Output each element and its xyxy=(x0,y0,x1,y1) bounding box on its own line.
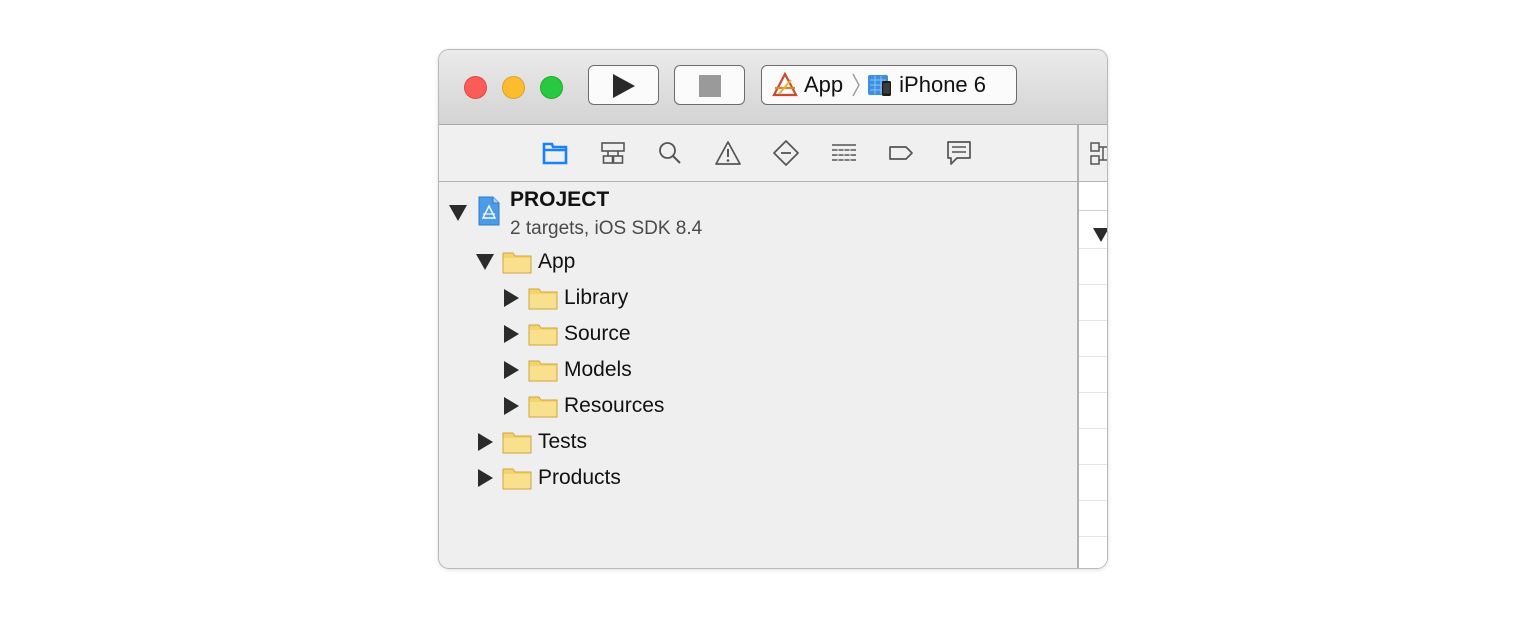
folder-icon xyxy=(528,396,558,418)
folder-icon xyxy=(542,142,568,165)
folder-icon xyxy=(502,432,532,454)
project-file-icon xyxy=(478,196,500,226)
test-diamond-icon xyxy=(773,140,799,166)
tree-item-label: Source xyxy=(564,322,631,345)
disclosure-collapsed-icon[interactable] xyxy=(502,325,520,343)
project-subtitle: 2 targets, iOS SDK 8.4 xyxy=(510,218,703,239)
tree-item-label: Library xyxy=(564,286,629,309)
related-items-icon[interactable] xyxy=(1089,141,1108,167)
editor-jump-bar xyxy=(1079,125,1108,182)
folder-icon xyxy=(502,252,532,274)
zoom-window-button[interactable] xyxy=(540,76,563,99)
xcode-window: App iPhone 6 PROJECT 2 targets, iOS SDK … xyxy=(438,49,1108,569)
tab-project-navigator[interactable] xyxy=(541,139,569,167)
scheme-device-label: iPhone 6 xyxy=(899,72,987,97)
disclosure-expanded-icon[interactable] xyxy=(1092,227,1108,243)
search-icon xyxy=(659,142,681,164)
editor-area xyxy=(1079,125,1108,568)
breakpoint-icon xyxy=(889,146,913,160)
tree-item-label: App xyxy=(538,250,576,273)
folder-icon xyxy=(528,324,558,346)
tree-item-label: Resources xyxy=(564,394,665,417)
iphone-simulator-icon xyxy=(868,75,892,96)
disclosure-collapsed-icon[interactable] xyxy=(502,289,520,307)
disclosure-collapsed-icon[interactable] xyxy=(476,469,494,487)
project-name: PROJECT xyxy=(510,188,610,211)
tab-test-navigator[interactable] xyxy=(772,139,800,167)
tree-item-tests[interactable]: Tests xyxy=(476,427,587,457)
debug-list-icon xyxy=(832,144,856,162)
tree-item-models[interactable]: Models xyxy=(502,355,632,385)
tree-item-library[interactable]: Library xyxy=(502,283,628,313)
tab-breakpoint-navigator[interactable] xyxy=(887,139,915,167)
editor-header-row xyxy=(1079,182,1107,211)
report-icon xyxy=(947,141,971,165)
disclosure-collapsed-icon[interactable] xyxy=(502,361,520,379)
tab-find-navigator[interactable] xyxy=(656,139,684,167)
folder-icon xyxy=(502,468,532,490)
minimize-window-button[interactable] xyxy=(502,76,525,99)
disclosure-collapsed-icon[interactable] xyxy=(476,433,494,451)
disclosure-expanded-icon[interactable] xyxy=(449,204,467,222)
project-row[interactable]: PROJECT 2 targets, iOS SDK 8.4 xyxy=(439,182,1077,242)
disclosure-collapsed-icon[interactable] xyxy=(502,397,520,415)
disclosure-expanded-icon[interactable] xyxy=(476,253,494,271)
play-icon xyxy=(613,74,635,98)
stop-button[interactable] xyxy=(674,65,745,105)
tab-report-navigator[interactable] xyxy=(945,139,973,167)
close-window-button[interactable] xyxy=(464,76,487,99)
project-navigator-tree: PROJECT 2 targets, iOS SDK 8.4 App Libra… xyxy=(439,182,1077,568)
folder-icon xyxy=(528,288,558,310)
tree-item-source[interactable]: Source xyxy=(502,319,631,349)
folder-icon xyxy=(528,360,558,382)
tree-item-products[interactable]: Products xyxy=(476,463,621,493)
scheme-target-label: App xyxy=(804,72,844,97)
warning-icon xyxy=(715,141,741,165)
run-button[interactable] xyxy=(588,65,659,105)
toolbar: App iPhone 6 xyxy=(439,50,1107,125)
stop-icon xyxy=(699,75,721,97)
navigator-selector-bar xyxy=(439,125,1077,182)
tab-symbol-navigator[interactable] xyxy=(599,139,627,167)
hierarchy-icon xyxy=(601,142,625,164)
tab-debug-navigator[interactable] xyxy=(830,139,858,167)
tree-item-app[interactable]: App xyxy=(476,247,575,277)
tree-item-resources[interactable]: Resources xyxy=(502,391,664,421)
chevron-right-icon xyxy=(852,73,860,97)
tree-item-label: Models xyxy=(564,358,632,381)
xcode-app-icon xyxy=(772,72,798,97)
tab-issue-navigator[interactable] xyxy=(714,139,742,167)
tree-item-label: Tests xyxy=(538,430,588,453)
tree-item-label: Products xyxy=(538,466,621,489)
scheme-selector[interactable]: App iPhone 6 xyxy=(761,65,1017,105)
